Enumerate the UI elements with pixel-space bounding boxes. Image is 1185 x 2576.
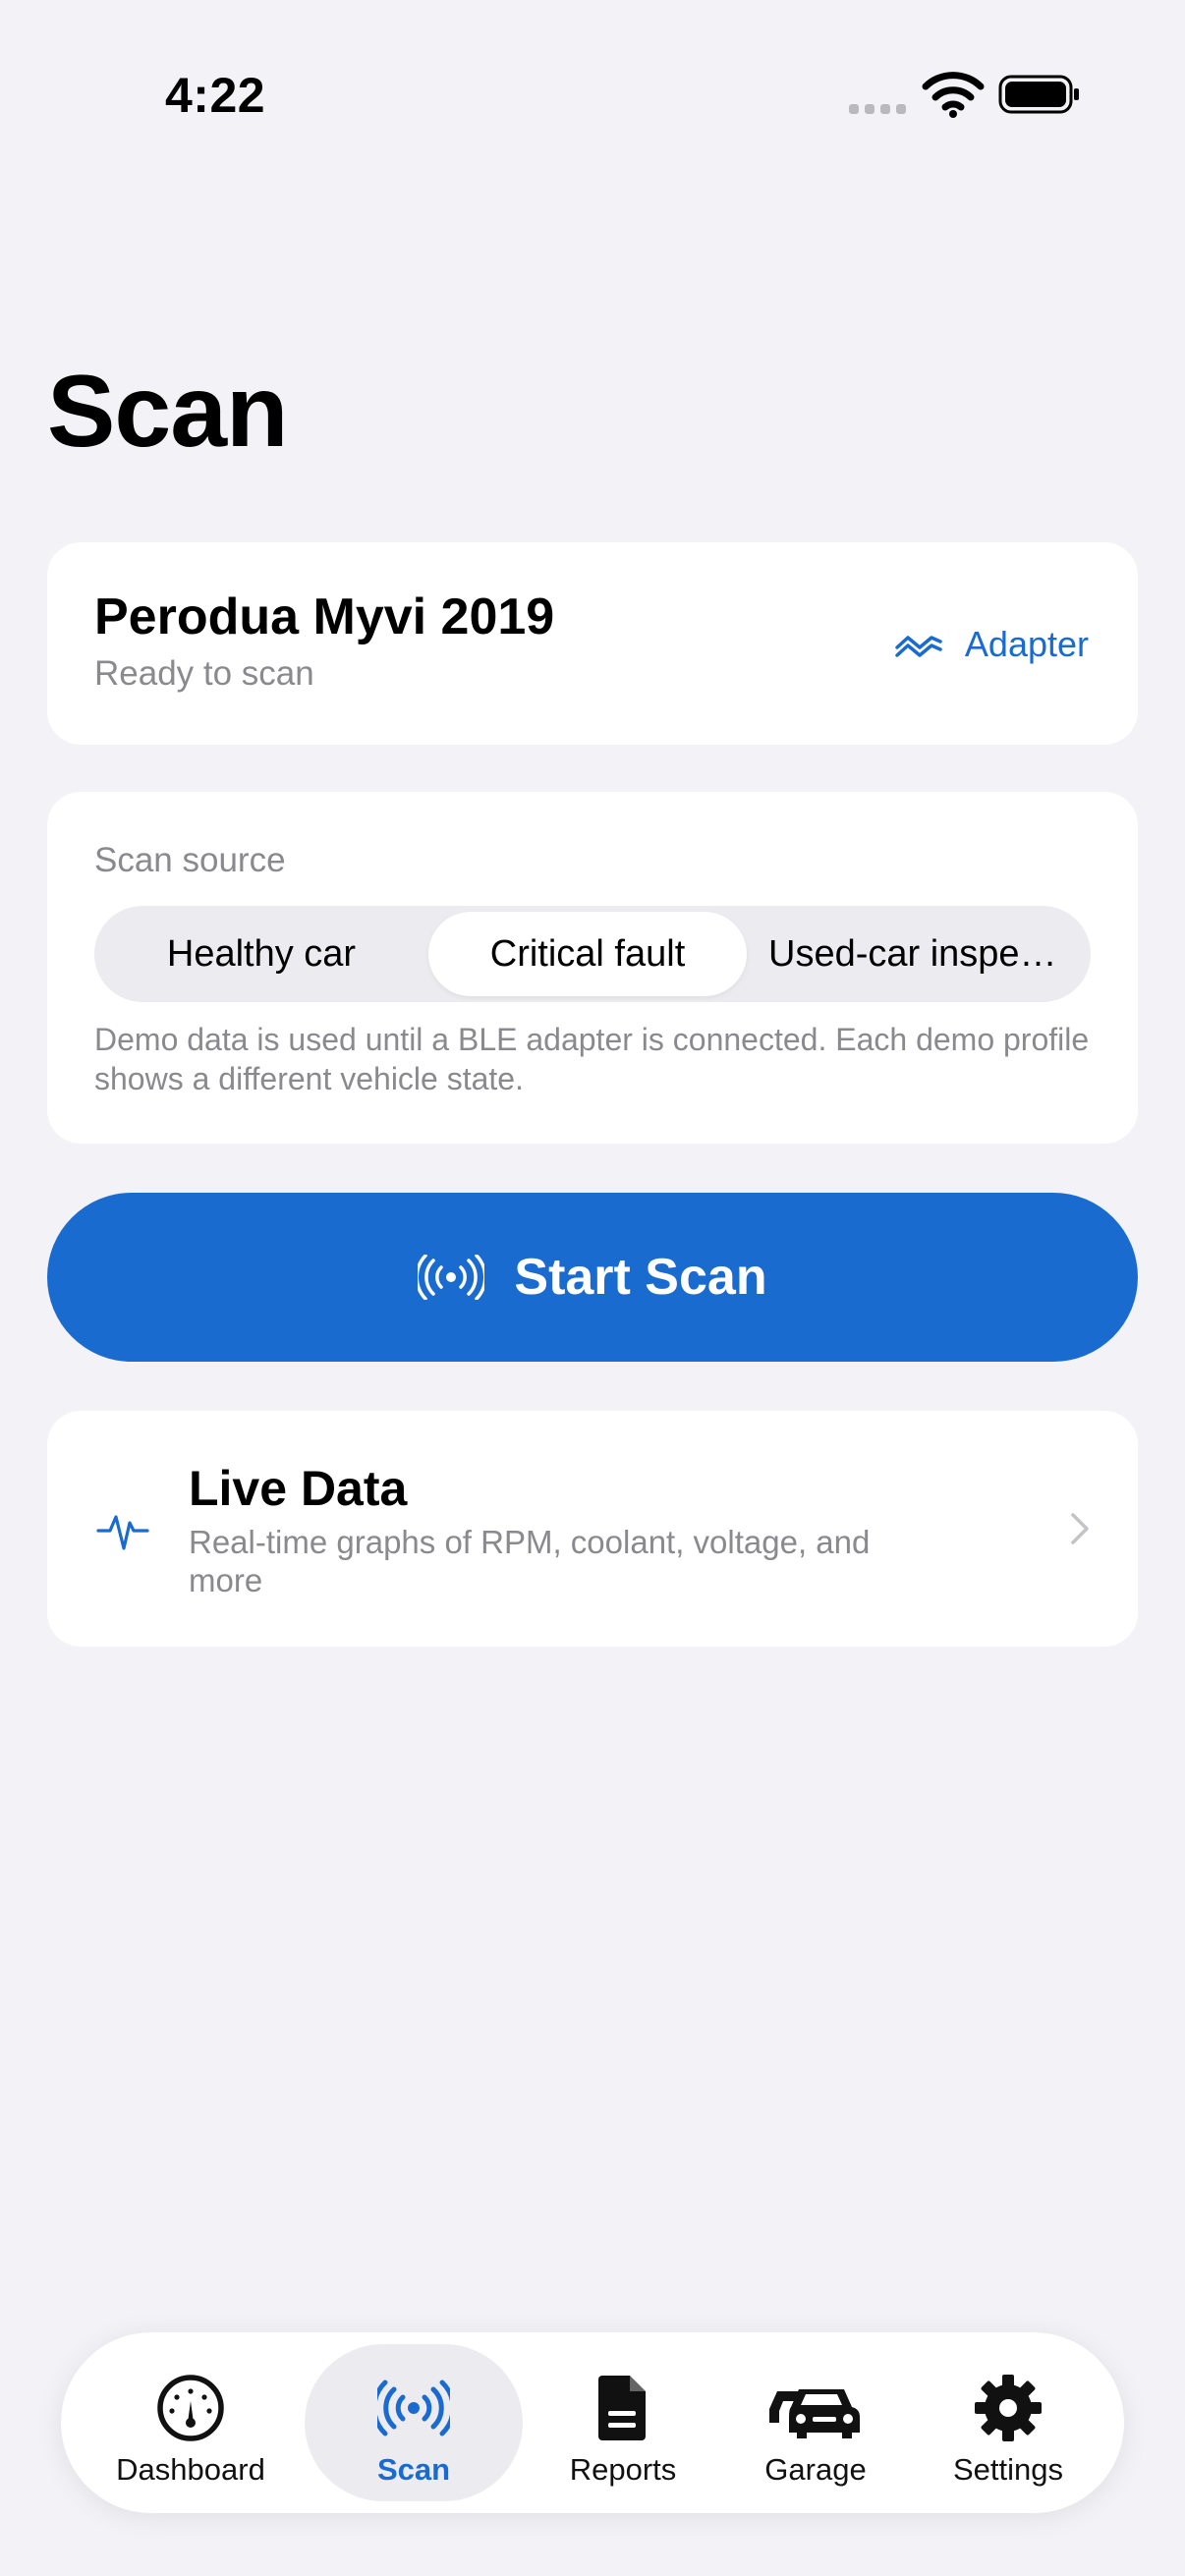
adapter-label: Adapter — [964, 624, 1089, 664]
cellular-signal-icon — [849, 104, 906, 114]
start-scan-button[interactable]: Start Scan — [47, 1193, 1138, 1362]
start-scan-label: Start Scan — [514, 1249, 767, 1306]
waveform-icon — [96, 1515, 149, 1550]
chevron-right-icon — [1071, 1513, 1089, 1544]
document-icon — [598, 2376, 646, 2440]
status-indicators — [0, 69, 1185, 128]
tab-scan[interactable]: Scan — [305, 2344, 523, 2501]
tab-bar: Dashboard Scan Reports Garage Settings — [61, 2332, 1124, 2513]
segment-critical-fault[interactable]: Critical fault — [428, 912, 747, 996]
scan-source-card: Scan source Healthy car Critical fault U… — [47, 792, 1138, 1144]
adapter-icon — [895, 636, 942, 657]
cars-icon — [769, 2389, 860, 2438]
antenna-icon — [418, 1255, 485, 1300]
tab-settings[interactable]: Settings — [912, 2344, 1104, 2501]
tab-reports[interactable]: Reports — [527, 2344, 719, 2501]
tab-garage[interactable]: Garage — [719, 2344, 912, 2501]
live-data-card[interactable]: Live Data Real-time graphs of RPM, coola… — [47, 1411, 1138, 1647]
tab-dashboard[interactable]: Dashboard — [104, 2344, 277, 2501]
vehicle-status: Ready to scan — [94, 654, 314, 693]
wifi-icon — [922, 72, 985, 118]
tab-reports-label: Reports — [569, 2452, 677, 2487]
live-data-title: Live Data — [189, 1461, 408, 1516]
live-data-subtitle: Real-time graphs of RPM, coolant, voltag… — [189, 1524, 871, 1598]
page-title: Scan — [47, 355, 289, 469]
battery-icon — [998, 75, 1079, 114]
tab-settings-label: Settings — [952, 2452, 1063, 2487]
scan-source-label: Scan source — [94, 841, 286, 879]
gear-icon — [975, 2375, 1042, 2441]
adapter-button[interactable]: Adapter — [894, 617, 1089, 672]
gauge-icon — [157, 2375, 224, 2441]
scan-source-note: Demo data is used until a BLE adapter is… — [94, 1022, 1090, 1096]
scan-source-segmented-control: Healthy car Critical fault Used-car insp… — [94, 906, 1091, 1002]
antenna-icon — [377, 2380, 450, 2436]
tab-scan-label: Scan — [376, 2452, 451, 2487]
vehicle-card: Perodua Myvi 2019 Ready to scan Adapter — [47, 542, 1138, 745]
segment-healthy-car[interactable]: Healthy car — [104, 912, 419, 996]
segment-used-car-inspection[interactable]: Used-car inspe… — [755, 912, 1087, 996]
vehicle-name: Perodua Myvi 2019 — [94, 588, 555, 645]
tab-garage-label: Garage — [764, 2452, 867, 2487]
tab-dashboard-label: Dashboard — [116, 2452, 265, 2487]
